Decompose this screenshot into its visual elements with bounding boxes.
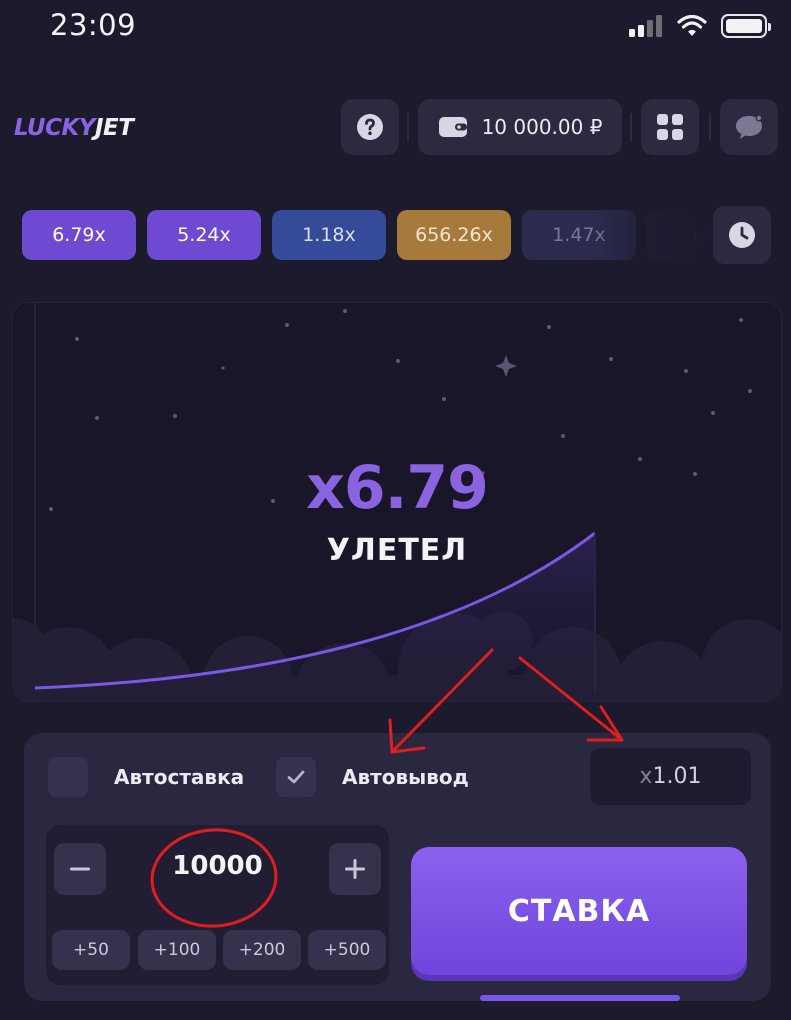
status-bar: 23:09 [0,0,791,60]
quick-add-200[interactable]: +200 [223,930,301,970]
autocashout-checkbox[interactable] [276,757,316,797]
autocashout-label: Автовывод [342,765,469,789]
grid-icon [657,114,683,140]
plus-icon [345,859,365,879]
header-divider [630,113,632,141]
autocashout-input[interactable]: x 1.01 [590,748,751,805]
crash-status: УЛЕТЕЛ [326,533,468,568]
stake-control: 10000 +50 +100 +200 +500 [46,825,389,985]
quick-add-100[interactable]: +100 [138,930,216,970]
battery-icon [721,14,771,38]
question-icon [357,114,383,140]
quick-add-500[interactable]: +500 [308,930,386,970]
autocashout-value: 1.01 [652,764,702,789]
clock-icon [729,222,755,248]
game-canvas: x6.79 УЛЕТЕЛ [12,302,782,702]
header-divider [407,113,409,141]
chat-icon [736,114,763,139]
stake-input[interactable]: 10000 [146,851,289,881]
history-chip[interactable]: 1.47x [522,210,636,260]
check-icon [287,770,305,784]
round-history: 6.79x 5.24x 1.18x 656.26x 1.47x 1.8 [22,210,722,260]
place-bet-button[interactable]: СТАВКА [411,847,747,975]
wifi-icon [677,15,707,36]
quick-add-50[interactable]: +50 [52,930,130,970]
logo-jet: JET [94,115,134,141]
help-button[interactable] [341,99,399,155]
balance-display[interactable]: 10 000.00 ₽ [418,99,622,155]
menu-button[interactable] [641,99,699,155]
signal-icon [629,15,662,37]
history-chip[interactable]: 5.24x [147,210,261,260]
logo-lucky: LUCKY [14,115,95,141]
history-chip[interactable]: 6.79x [22,210,136,260]
history-chip[interactable]: 1.8 [647,210,722,260]
autobet-label: Автоставка [114,765,245,789]
history-button[interactable] [713,206,771,264]
minus-icon [70,867,90,871]
app-header: LUCKYJET 10 000.00 ₽ [0,95,791,159]
system-icons [629,14,771,38]
history-chip[interactable]: 656.26x [397,210,511,260]
bottom-accent-bar [480,995,680,1001]
autobet-checkbox[interactable] [48,757,88,797]
autocashout-prefix: x [639,764,653,789]
bet-panel: Автоставка Автовывод x 1.01 10000 +50 +10… [24,733,771,1001]
chat-button[interactable] [720,99,778,155]
header-divider [709,113,711,141]
wallet-icon [438,117,467,137]
app-logo[interactable]: LUCKYJET [14,115,134,141]
status-time: 23:09 [50,8,137,42]
history-chip[interactable]: 1.18x [272,210,386,260]
decrease-stake-button[interactable] [54,843,106,895]
increase-stake-button[interactable] [329,843,381,895]
balance-amount: 10 000.00 ₽ [481,115,603,139]
crash-multiplier: x6.79 [306,453,489,523]
